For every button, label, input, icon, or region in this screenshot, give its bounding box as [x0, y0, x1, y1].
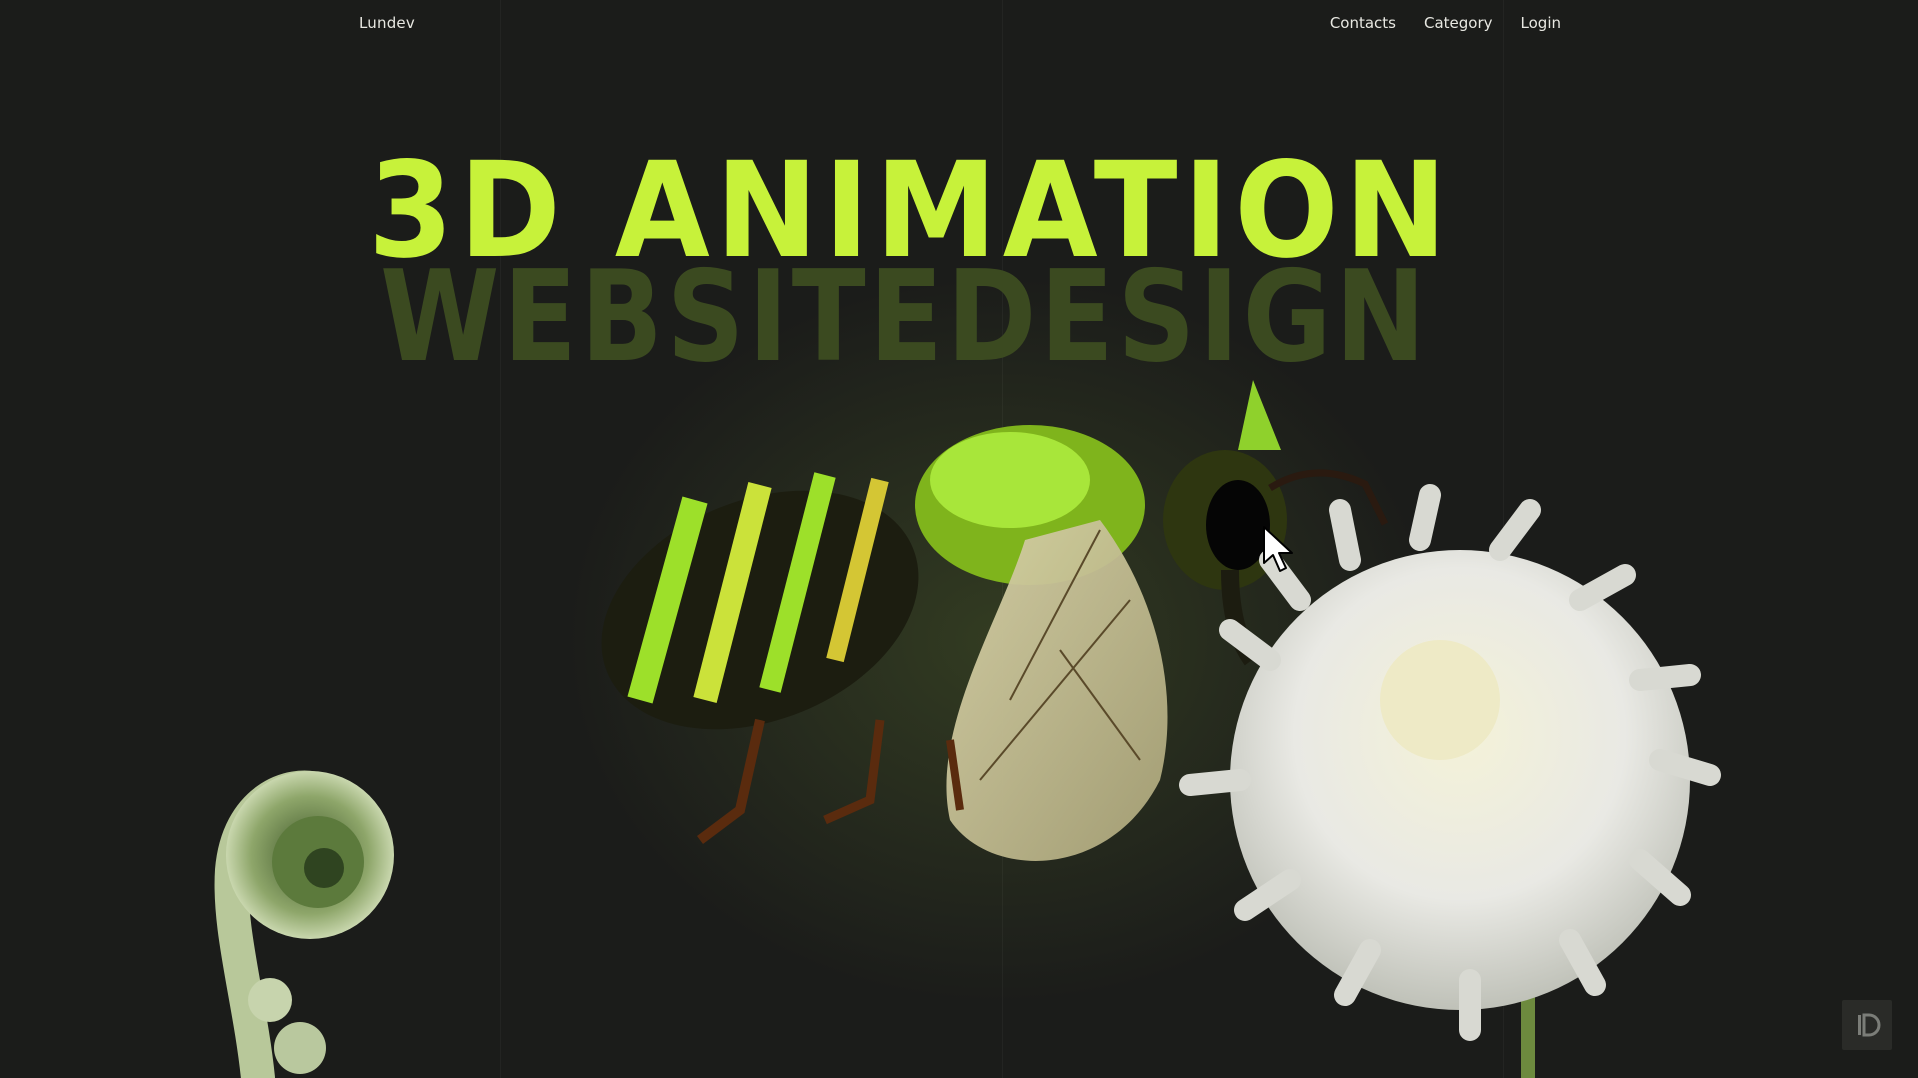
- flower-image: [1179, 484, 1721, 1078]
- fern-image: [214, 770, 394, 1078]
- hero-illustration: [214, 380, 1721, 1078]
- mouse-pointer-icon: [1263, 526, 1293, 572]
- page: Lundev Contacts Category Login 3D ANIMAT…: [0, 0, 1918, 1078]
- app-logo-icon[interactable]: [1842, 1000, 1892, 1050]
